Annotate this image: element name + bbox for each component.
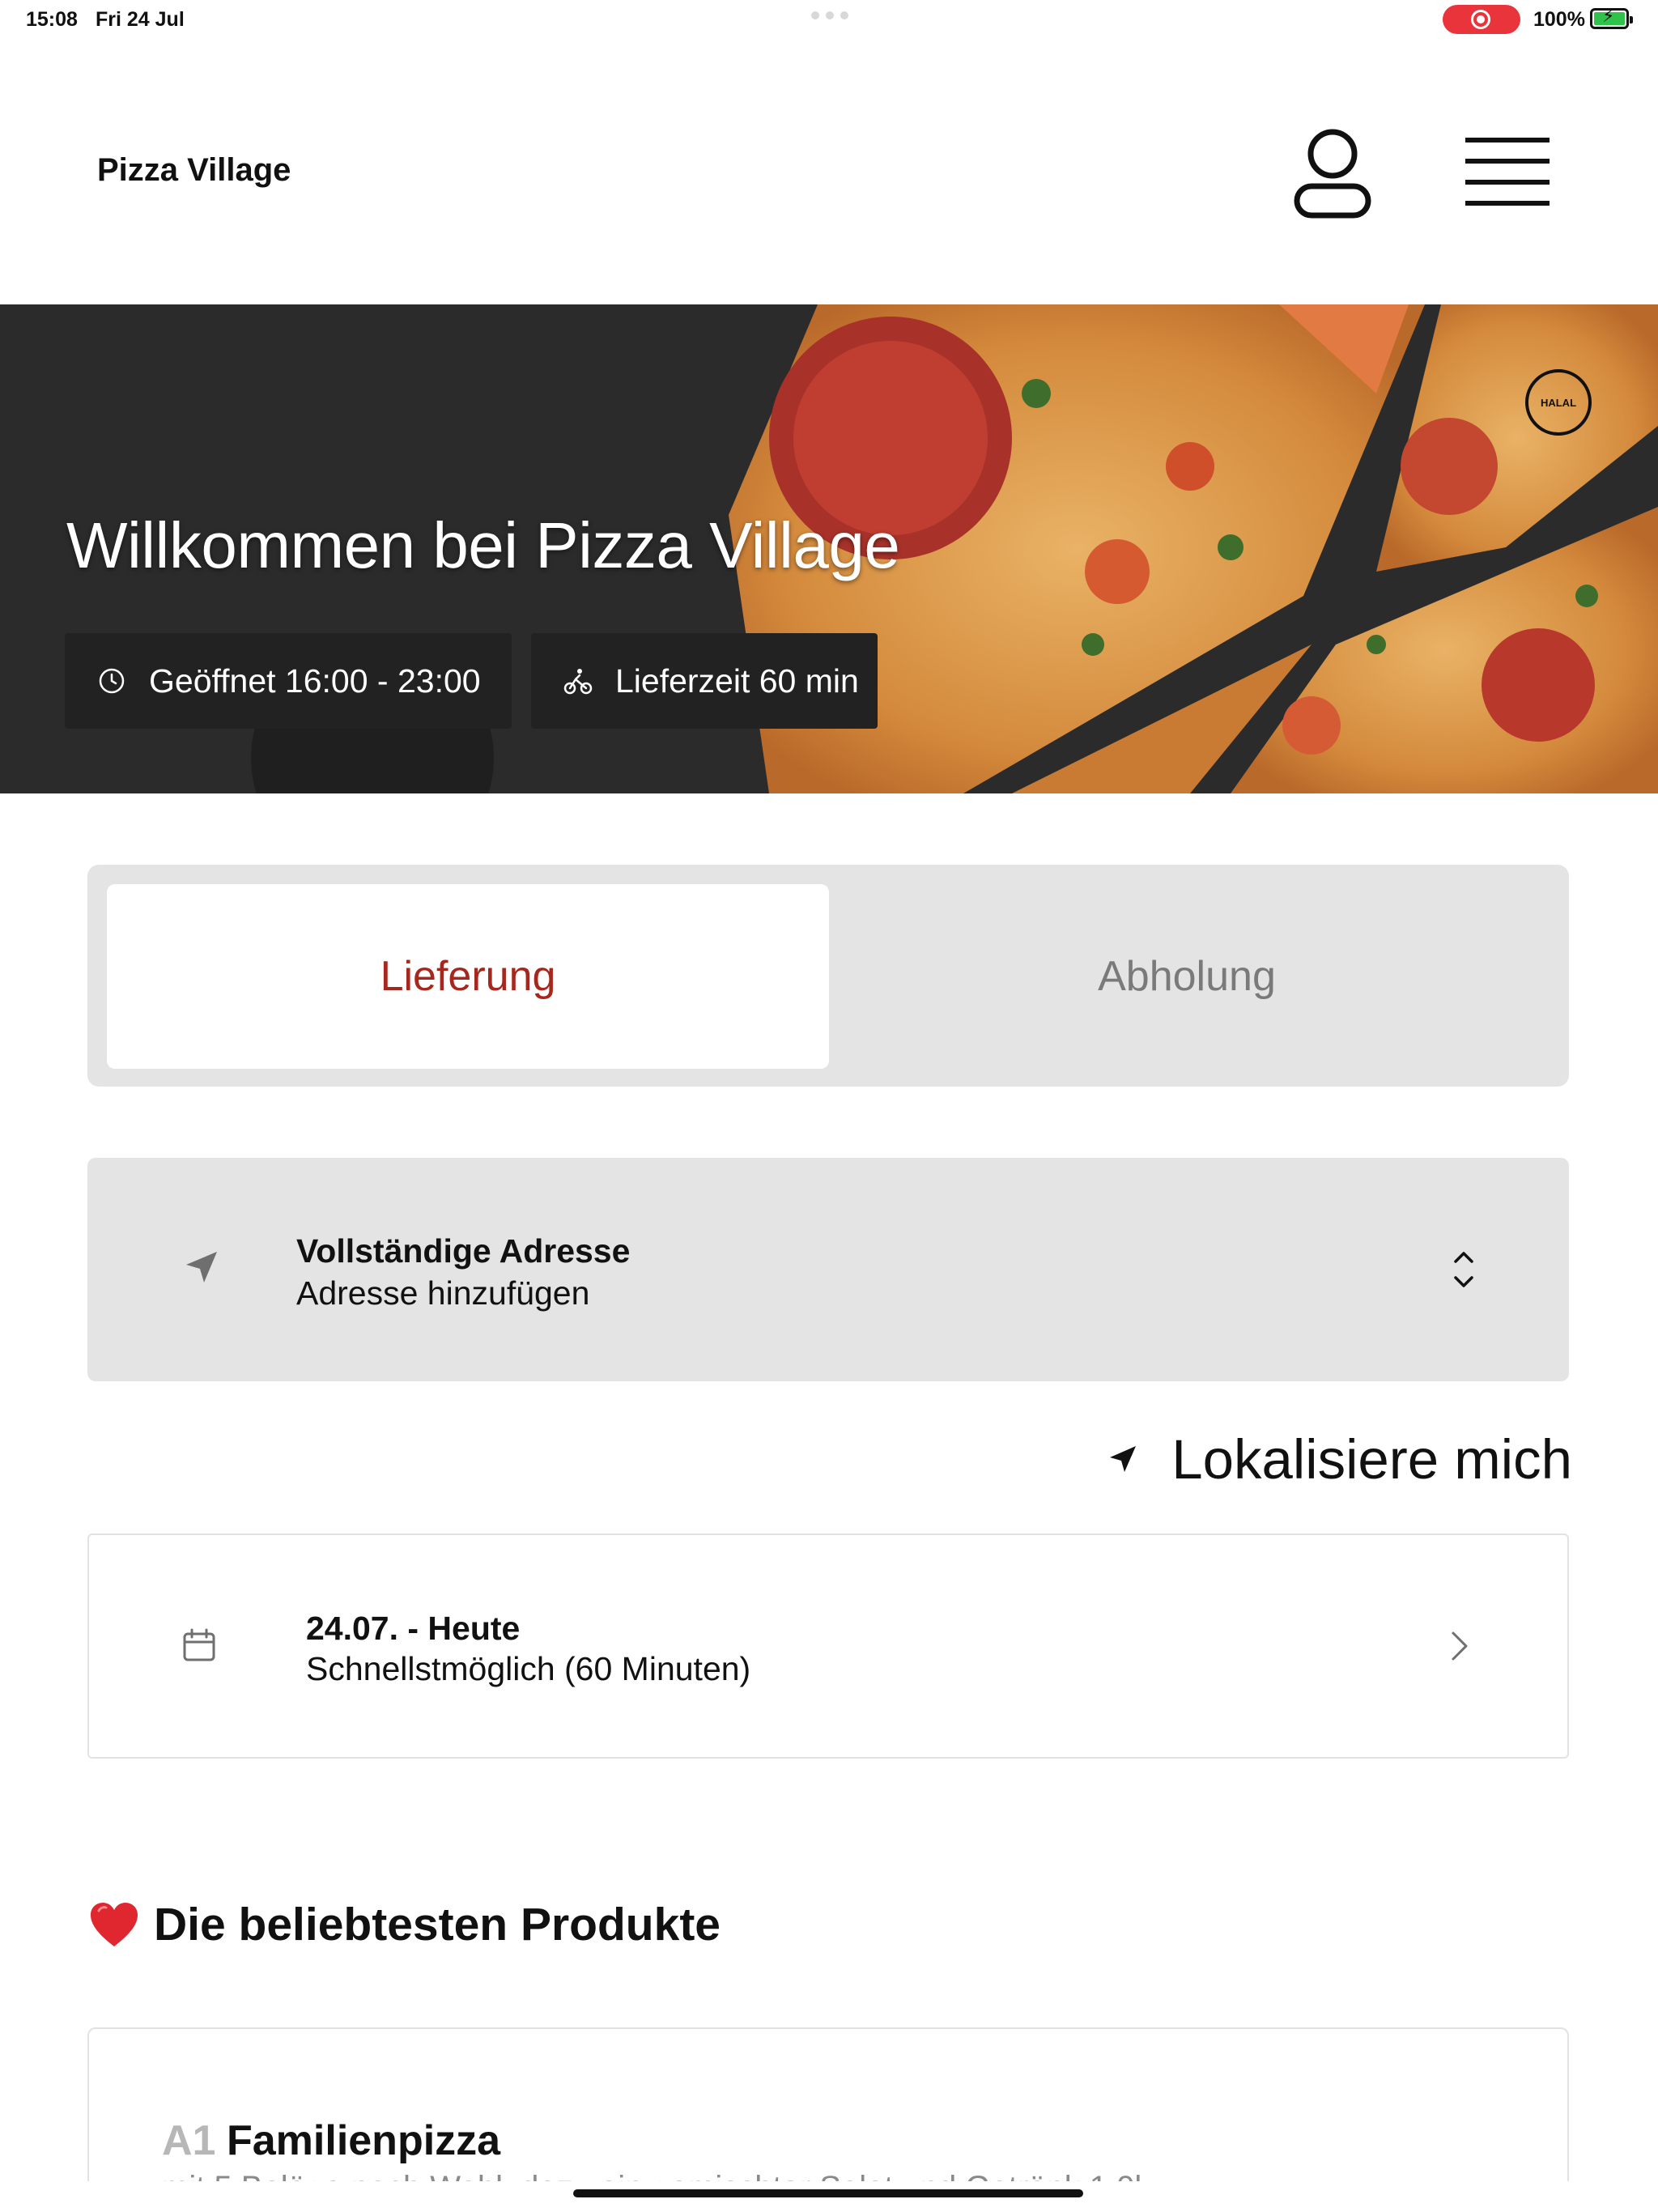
- popular-products-heading: Die beliebtesten Produkte: [89, 1898, 721, 1951]
- battery-charging-icon: ⚡: [1590, 7, 1633, 29]
- hero-banner: HALAL Willkommen bei Pizza Village Geöff…: [0, 304, 1658, 793]
- schedule-date: 24.07. - Heute: [306, 1610, 521, 1647]
- clock-icon: [99, 668, 125, 694]
- app-header: Pizza Village: [0, 39, 1658, 304]
- multitasking-dots-icon[interactable]: [811, 11, 848, 19]
- delivery-time-chip: Lieferzeit 60 min: [531, 633, 878, 729]
- address-placeholder: Adresse hinzufügen: [296, 1274, 590, 1312]
- address-title: Vollständige Adresse: [296, 1232, 631, 1270]
- home-indicator[interactable]: [573, 2189, 1083, 2197]
- product-name: Familienpizza: [227, 2117, 501, 2164]
- status-time: 15:08: [26, 8, 78, 31]
- brand-name[interactable]: Pizza Village: [97, 152, 291, 189]
- status-bar: 15:08 Fri 24 Jul 100% ⚡: [0, 0, 1658, 39]
- battery-percent: 100%: [1533, 8, 1585, 31]
- menu-button[interactable]: [1465, 134, 1550, 209]
- delivery-time-label: Lieferzeit 60 min: [615, 661, 859, 700]
- calendar-icon: [183, 1628, 215, 1661]
- locate-me-button[interactable]: Lokalisiere mich: [1103, 1425, 1572, 1493]
- order-mode-toggle: Lieferung Abholung: [87, 865, 1569, 1087]
- opening-hours-label: Geöffnet 16:00 - 23:00: [149, 661, 481, 700]
- chevron-up-down-icon: [1454, 1252, 1473, 1287]
- opening-hours-chip: Geöffnet 16:00 - 23:00: [65, 633, 512, 729]
- hero-title: Willkommen bei Pizza Village: [66, 509, 900, 581]
- user-icon: [1294, 129, 1371, 219]
- locate-me-label: Lokalisiere mich: [1171, 1427, 1572, 1491]
- halal-badge-icon: HALAL: [1525, 369, 1592, 436]
- tab-pickup[interactable]: Abholung: [826, 884, 1548, 1069]
- screen-recording-icon[interactable]: [1443, 5, 1520, 34]
- tab-delivery[interactable]: Lieferung: [107, 884, 829, 1069]
- heart-icon: [91, 1903, 138, 1946]
- navigation-arrow-icon: [186, 1252, 217, 1283]
- location-arrow-icon: [1110, 1446, 1137, 1472]
- status-date: Fri 24 Jul: [96, 8, 185, 31]
- user-button[interactable]: [1292, 126, 1373, 220]
- address-selector[interactable]: Vollständige Adresse Adresse hinzufügen: [87, 1158, 1569, 1381]
- bicycle-courier-icon: [563, 669, 593, 695]
- hamburger-menu-icon: [1465, 138, 1550, 206]
- product-code: A1: [162, 2117, 216, 2164]
- schedule-time: Schnellstmöglich (60 Minuten): [306, 1650, 751, 1687]
- popular-products-title: Die beliebtesten Produkte: [154, 1899, 721, 1950]
- chevron-right-icon: [1452, 1631, 1468, 1661]
- delivery-time-selector[interactable]: 24.07. - Heute Schnellstmöglich (60 Minu…: [87, 1534, 1569, 1759]
